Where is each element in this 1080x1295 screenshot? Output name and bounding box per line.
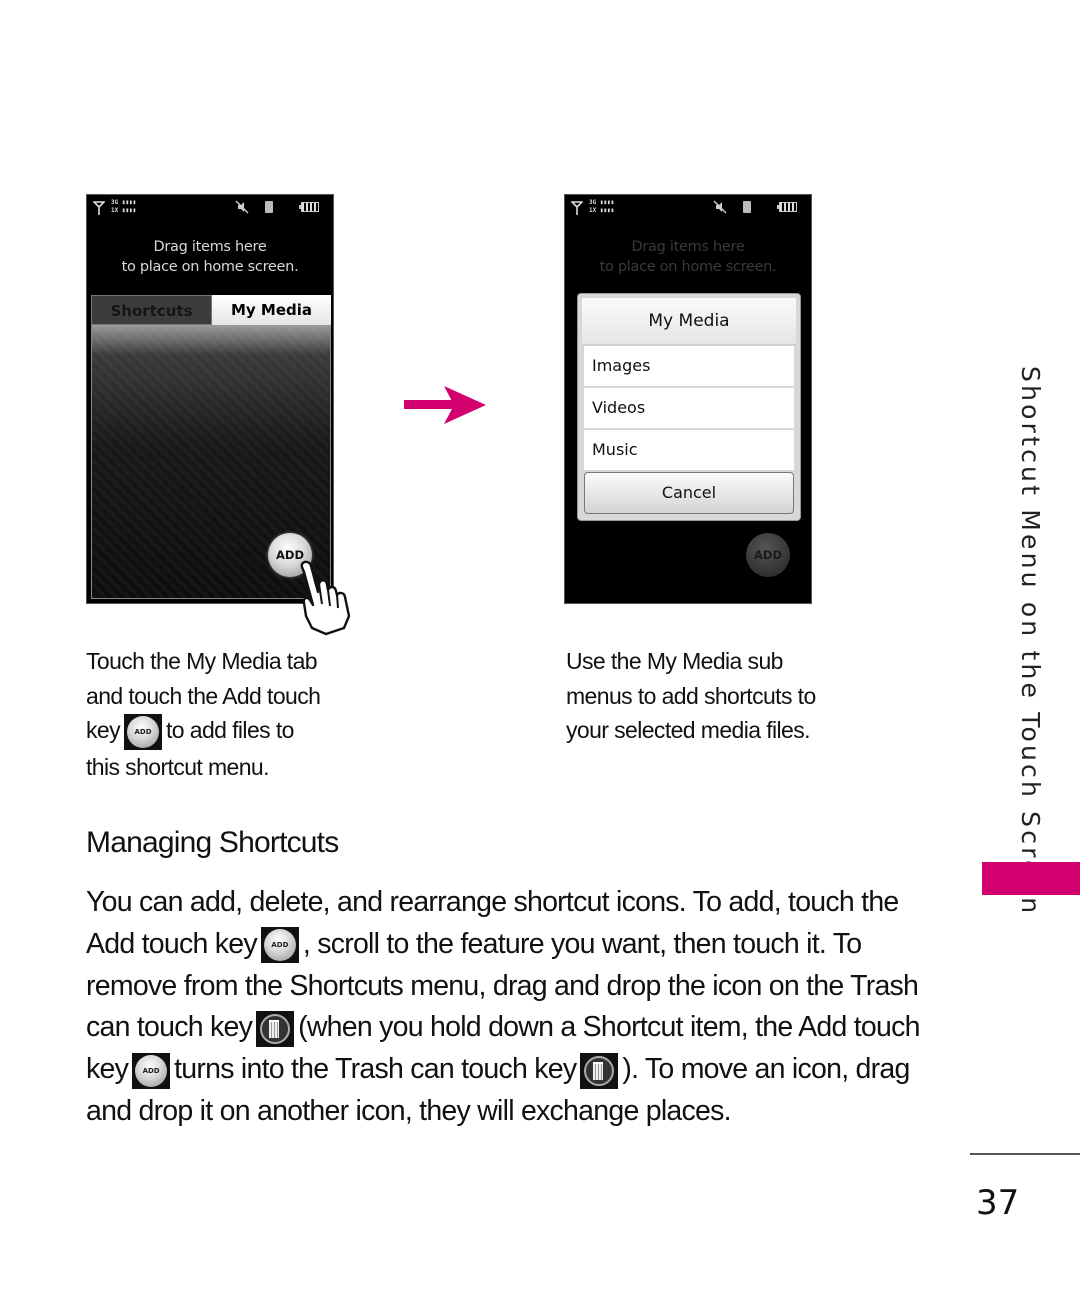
phone-screen-my-media-tab: 3G ▮▮▮▮ 1X ▮▮▮▮ Drag items here to place…: [86, 194, 334, 604]
cancel-button[interactable]: Cancel: [584, 472, 794, 514]
tab-my-media[interactable]: My Media: [212, 295, 331, 325]
caption-text: key: [86, 717, 121, 743]
signal-antenna-icon: [571, 201, 583, 215]
add-key-label: ADD: [263, 929, 296, 962]
caption-line: Touch the My Media tab: [86, 648, 318, 674]
caption-left: Touch the My Media tab and touch the Add…: [86, 644, 376, 784]
footer-divider: [970, 1153, 1080, 1155]
section-heading: Managing Shortcuts: [86, 826, 339, 859]
add-key-icon: ADD: [260, 927, 299, 964]
bluetooth-icon: [265, 201, 273, 213]
drag-hint-text: Drag items here to place on home screen.: [565, 237, 811, 277]
network-3g-label: 3G ▮▮▮▮: [111, 199, 137, 206]
touch-hand-icon: [300, 560, 351, 636]
status-bar: 3G ▮▮▮▮ 1X ▮▮▮▮: [565, 195, 811, 223]
caption-right: Use the My Media sub menus to add shortc…: [566, 644, 856, 748]
caption-line: this shortcut menu.: [86, 753, 270, 780]
caption-text: to add files to: [166, 717, 294, 743]
network-1x-label: 1X ▮▮▮▮: [589, 207, 615, 214]
shortcut-tabs: Shortcuts My Media: [91, 295, 331, 325]
add-key-label: ADD: [127, 715, 159, 748]
section-body: You can add, delete, and rearrange short…: [86, 882, 946, 1133]
caption-line: menus to add shortcuts to: [566, 682, 816, 709]
battery-icon: [777, 202, 797, 212]
network-signal-indicator: 3G ▮▮▮▮ 1X ▮▮▮▮: [111, 199, 136, 215]
add-key-icon: ADD: [124, 713, 162, 750]
page-number: 37: [976, 1183, 1020, 1223]
network-1x-label: 1X ▮▮▮▮: [111, 207, 137, 214]
menu-item-music[interactable]: Music: [584, 430, 794, 470]
menu-item-images[interactable]: Images: [584, 346, 794, 386]
phone-screen-my-media-menu: 3G ▮▮▮▮ 1X ▮▮▮▮ Drag items here to place…: [564, 194, 812, 604]
add-key-icon: ADD: [132, 1052, 171, 1089]
add-button-dimmed: ADD: [746, 533, 790, 577]
drag-hint-line-1: Drag items here: [631, 239, 745, 255]
add-key-label: ADD: [135, 1054, 168, 1087]
menu-item-videos[interactable]: Videos: [584, 388, 794, 428]
trash-key-icon: [580, 1052, 619, 1089]
drag-hint-line-2: to place on home screen.: [599, 259, 777, 275]
tab-shortcuts[interactable]: Shortcuts: [91, 295, 212, 325]
chapter-side-title: Shortcut Menu on the Touch Screen: [1016, 366, 1045, 917]
drag-hint-line-2: to place on home screen.: [121, 259, 299, 275]
body-text-segment: turns into the Trash can touch key: [174, 1053, 577, 1086]
caption-line: key ADD to add files to: [86, 713, 376, 750]
network-3g-label: 3G ▮▮▮▮: [589, 199, 615, 206]
drag-hint-text: Drag items here to place on home screen.: [87, 237, 333, 277]
arrow-right-icon: [404, 386, 486, 424]
status-bar: 3G ▮▮▮▮ 1X ▮▮▮▮: [87, 195, 333, 223]
network-signal-indicator: 3G ▮▮▮▮ 1X ▮▮▮▮: [589, 199, 614, 215]
trash-key-icon: [256, 1010, 295, 1047]
signal-antenna-icon: [93, 201, 105, 215]
my-media-dialog: My Media Images Videos Music Cancel: [577, 293, 801, 521]
battery-icon: [299, 202, 319, 212]
caption-line: Use the My Media sub: [566, 648, 783, 674]
mute-icon: [713, 200, 727, 214]
mute-icon: [235, 200, 249, 214]
caption-line: your selected media files.: [566, 717, 811, 743]
caption-line: and touch the Add touch: [86, 682, 321, 709]
bluetooth-icon: [743, 201, 751, 213]
drag-hint-line-1: Drag items here: [153, 239, 267, 255]
chapter-color-tab: [982, 862, 1080, 895]
dialog-title: My Media: [582, 298, 796, 346]
